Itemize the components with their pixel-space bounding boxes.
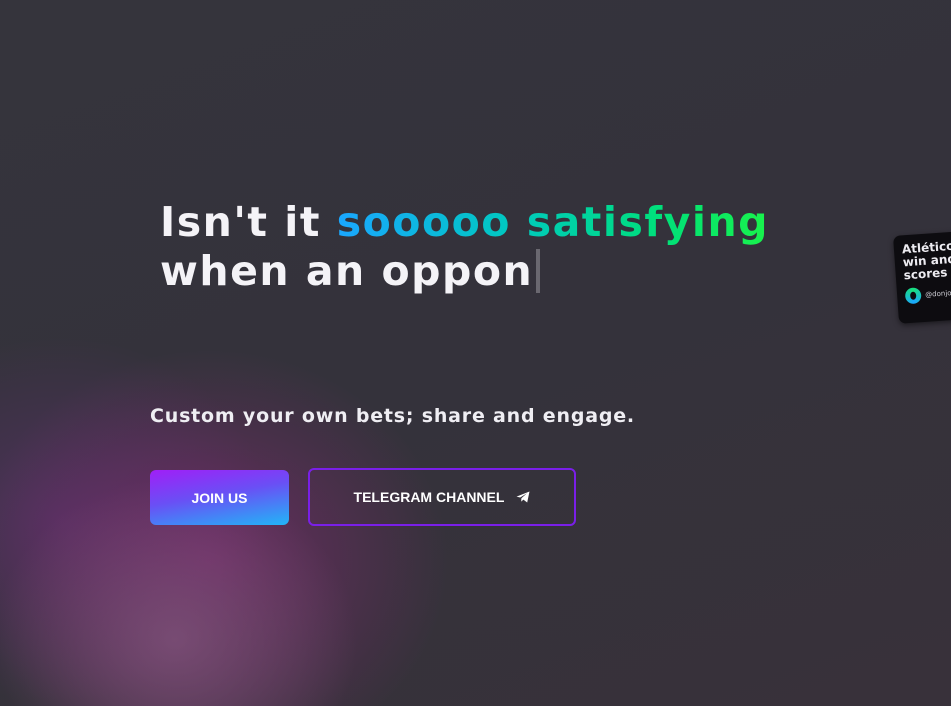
paper-plane-icon: [516, 491, 530, 503]
join-us-button[interactable]: JOIN US: [150, 470, 289, 525]
bet-card-user: @donjoe: [904, 281, 951, 305]
background-glow: [0, 0, 951, 706]
hero-headline: Isn't it sooooo satisfying when an oppon: [160, 198, 769, 296]
headline-highlight: sooooo satisfying: [336, 198, 769, 246]
typing-caret: [536, 249, 541, 293]
headline-part1: Isn't it: [160, 198, 337, 246]
headline-line2-typing: when an oppon: [160, 247, 534, 295]
bet-card-text: Atlético win and scores: [901, 238, 951, 283]
telegram-channel-button[interactable]: TELEGRAM CHANNEL: [308, 468, 576, 526]
avatar: [904, 287, 922, 305]
telegram-channel-label: TELEGRAM CHANNEL: [353, 489, 505, 505]
hero-subtitle: Custom your own bets; share and engage.: [150, 405, 635, 427]
bet-card-handle: @donjoe: [924, 288, 951, 299]
bet-card-preview[interactable]: Atlético win and scores @donjoe: [893, 228, 951, 324]
join-us-label: JOIN US: [191, 489, 248, 506]
